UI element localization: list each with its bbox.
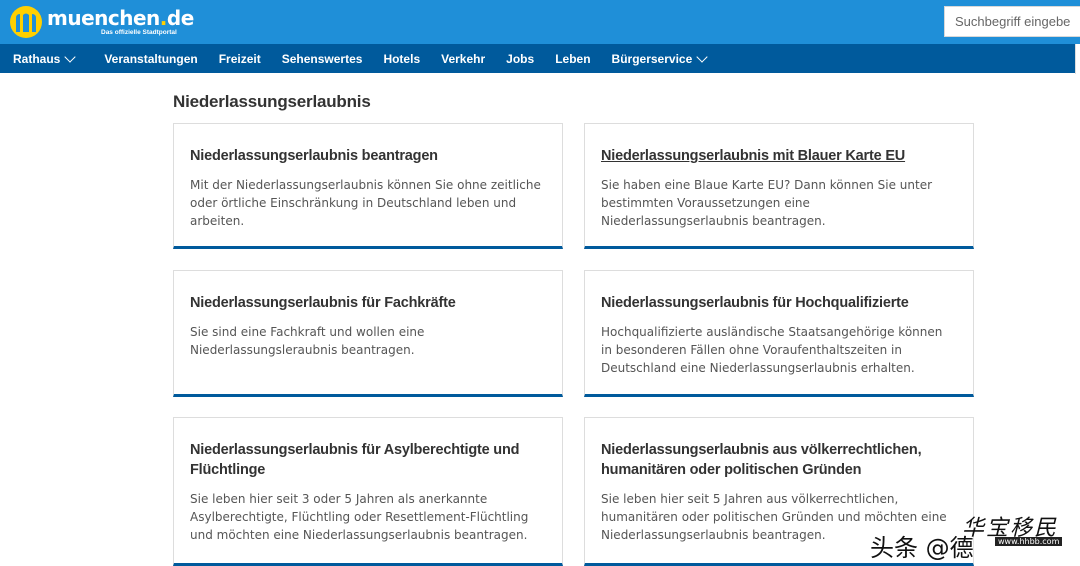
main-nav: Rathaus Veranstaltungen Freizeit Sehensw…	[0, 44, 1080, 73]
card-text: Sie leben hier seit 3 oder 5 Jahren als …	[190, 492, 529, 542]
nav-item-label: Jobs	[506, 51, 535, 66]
card-text: Hochqualifizierte ausländische Staatsang…	[601, 325, 943, 375]
logo-wordmark: muenchen.de	[47, 5, 194, 30]
nav-item-verkehr[interactable]: Verkehr	[441, 52, 485, 66]
nav-item-label: Sehenswertes	[281, 51, 363, 66]
card-title: Niederlassungserlaubnis für Hochqualifiz…	[601, 295, 909, 311]
card-blaue-karte-eu[interactable]: Niederlassungserlaubnis mit Blauer Karte…	[584, 123, 974, 249]
card-text: Mit der Niederlassungserlaubnis können S…	[190, 178, 541, 228]
nav-item-rathaus[interactable]: Rathaus	[13, 50, 77, 66]
card-title: Niederlassungserlaubnis beantragen	[190, 148, 438, 164]
nav-item-label: Verkehr	[441, 51, 486, 66]
chevron-down-icon	[696, 50, 708, 63]
site-logo[interactable]: muenchen.de Das offizielle Stadtportal	[10, 4, 194, 40]
watermark-left: 头条 @德	[870, 534, 974, 562]
scrollbar[interactable]	[1075, 44, 1080, 74]
card-hochqualifizierte[interactable]: Niederlassungserlaubnis für Hochqualifiz…	[584, 270, 974, 397]
nav-item-label: Veranstaltungen	[104, 51, 198, 66]
nav-item-sehenswertes[interactable]: Sehenswertes	[282, 52, 363, 66]
card-title: Niederlassungserlaubnis für Fachkräfte	[190, 295, 456, 311]
card-title: Niederlassungserlaubnis aus völkerrechtl…	[601, 442, 922, 478]
watermark-url: www.hhbb.com	[995, 537, 1063, 546]
card-fachkraefte[interactable]: Niederlassungserlaubnis für Fachkräfte S…	[173, 270, 563, 397]
nav-item-buergerservice[interactable]: Bürgerservice	[611, 50, 708, 66]
nav-item-label: Leben	[555, 51, 591, 66]
card-title: Niederlassungserlaubnis für Asylberechti…	[190, 442, 520, 478]
chevron-down-icon	[64, 50, 77, 63]
page-title: Niederlassungserlaubnis	[173, 92, 371, 111]
card-text: Sie haben eine Blaue Karte EU? Dann könn…	[601, 178, 933, 228]
nav-item-hotels[interactable]: Hotels	[383, 52, 420, 66]
nav-item-label: Rathaus	[13, 51, 61, 66]
nav-item-freizeit[interactable]: Freizeit	[219, 52, 261, 66]
card-text: Sie sind eine Fachkraft und wollen eine …	[190, 325, 425, 357]
nav-item-label: Bürgerservice	[611, 51, 693, 66]
nav-item-jobs[interactable]: Jobs	[506, 52, 534, 66]
card-asylberechtigte[interactable]: Niederlassungserlaubnis für Asylberechti…	[173, 417, 563, 566]
card-title-link[interactable]: Niederlassungserlaubnis mit Blauer Karte…	[601, 146, 957, 166]
search-input[interactable]	[944, 6, 1080, 37]
nav-item-veranstaltungen[interactable]: Veranstaltungen	[104, 52, 197, 66]
nav-item-label: Freizeit	[218, 51, 261, 66]
nav-item-leben[interactable]: Leben	[555, 52, 590, 66]
nav-item-label: Hotels	[383, 51, 421, 66]
logo-subtitle: Das offizielle Stadtportal	[101, 28, 177, 36]
top-bar: muenchen.de Das offizielle Stadtportal	[0, 0, 1080, 44]
munich-logo-icon	[10, 6, 42, 38]
card-niederlassungserlaubnis-beantragen[interactable]: Niederlassungserlaubnis beantragen Mit d…	[173, 123, 563, 249]
